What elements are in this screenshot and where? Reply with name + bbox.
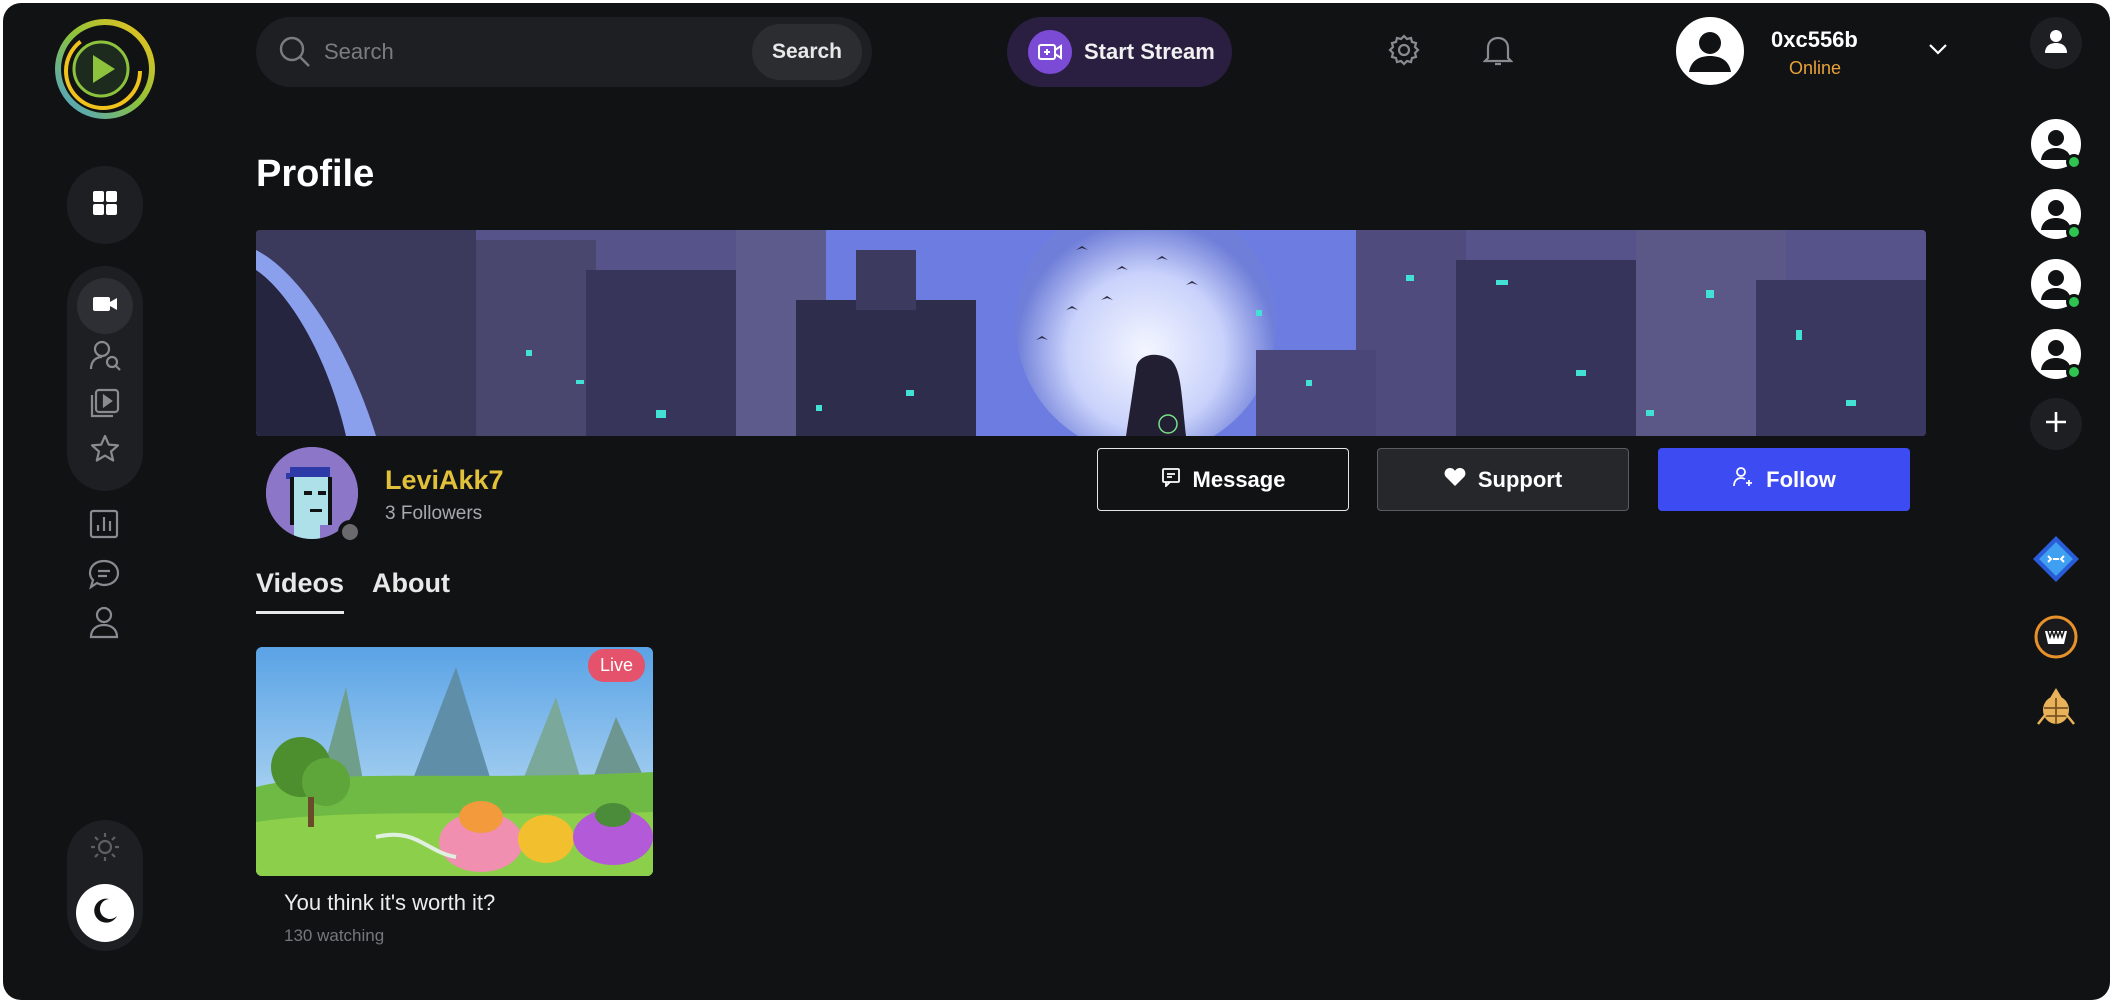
app-beetle[interactable]	[2030, 682, 2082, 734]
online-indicator	[2066, 294, 2082, 310]
playlist-icon	[89, 387, 121, 424]
plus-icon	[2043, 409, 2069, 440]
dashboard-pill	[67, 166, 143, 244]
account-icon	[2042, 27, 2070, 60]
user-plus-icon	[1732, 466, 1754, 494]
video-card[interactable]: Live You think it's worth it? 130 watchi…	[256, 647, 653, 946]
user-icon	[88, 605, 120, 644]
bell-icon	[1482, 33, 1514, 72]
start-stream-button[interactable]: Start Stream	[1007, 17, 1232, 87]
chevron-down-icon[interactable]	[1924, 35, 1952, 63]
offline-indicator	[338, 520, 362, 544]
profile-username[interactable]: LeviAkk7	[385, 465, 504, 496]
search-icon	[278, 35, 312, 69]
app-fang[interactable]	[2030, 613, 2082, 665]
dashboard-icon	[92, 190, 118, 221]
start-stream-label: Start Stream	[1084, 39, 1215, 64]
online-indicator	[2066, 154, 2082, 170]
nav-group	[67, 266, 143, 491]
diamond-app-icon	[2031, 534, 2081, 589]
notifications-button[interactable]	[1477, 31, 1519, 73]
support-label: Support	[1477, 466, 1563, 492]
chart-icon	[88, 508, 120, 545]
message-label: Message	[1192, 466, 1286, 492]
nav-favorites[interactable]	[77, 423, 133, 479]
video-title[interactable]: You think it's worth it?	[284, 890, 653, 916]
user-avatar	[1676, 17, 1744, 85]
profile-banner	[256, 230, 1926, 436]
message-icon	[1161, 467, 1181, 493]
start-stream-icon	[1028, 30, 1072, 74]
user-status: Online	[1789, 58, 1842, 78]
page-title: Profile	[256, 153, 375, 195]
app-logo[interactable]	[53, 17, 157, 121]
online-indicator	[2066, 224, 2082, 240]
video-viewer-count: 130 watching	[284, 926, 385, 945]
dark-mode-button[interactable]	[76, 884, 134, 942]
live-badge: Live	[587, 649, 645, 682]
user-name: 0xc556b	[1771, 27, 1858, 52]
video-camera-icon	[92, 293, 118, 320]
user-menu[interactable]: 0xc556b Online	[1676, 17, 1947, 87]
friend-avatar[interactable]	[2031, 189, 2082, 240]
video-thumbnail[interactable]: Live	[256, 647, 653, 876]
sun-icon	[89, 831, 121, 868]
friend-avatar[interactable]	[2031, 259, 2082, 310]
profile-tabs: Videos About	[256, 568, 450, 614]
search-button[interactable]: Search	[752, 24, 862, 80]
app-diamond[interactable]	[2030, 535, 2082, 587]
follow-button[interactable]: Follow	[1658, 448, 1910, 511]
app-frame: Search Start Stream 0xc556b Online	[3, 3, 2110, 1000]
moon-icon	[90, 896, 120, 931]
message-button[interactable]: Message	[1097, 448, 1349, 511]
nav-analytics[interactable]	[84, 506, 124, 546]
support-button[interactable]: Support	[1377, 448, 1629, 511]
search-input[interactable]	[324, 39, 724, 65]
search-bar: Search	[256, 17, 872, 87]
tab-videos[interactable]: Videos	[256, 568, 345, 614]
online-indicator	[2066, 364, 2082, 380]
settings-button[interactable]	[1383, 31, 1425, 73]
star-icon	[89, 433, 121, 470]
heart-icon	[1444, 467, 1466, 493]
fang-app-icon	[2033, 614, 2079, 665]
user-search-icon	[88, 338, 122, 377]
follow-label: Follow	[1766, 466, 1836, 492]
nav-profile[interactable]	[84, 604, 124, 644]
profile-followers: 3 Followers	[385, 503, 483, 524]
friend-avatar[interactable]	[2031, 119, 2082, 170]
gear-icon	[1387, 33, 1421, 72]
beetle-app-icon	[2034, 684, 2078, 733]
nav-messages[interactable]	[84, 556, 124, 596]
light-mode-button[interactable]	[86, 830, 124, 868]
add-friend-button[interactable]	[2030, 398, 2082, 450]
nav-streams[interactable]	[77, 278, 133, 334]
account-button[interactable]	[2030, 17, 2082, 69]
theme-toggle	[67, 820, 143, 951]
nav-dashboard[interactable]	[77, 177, 133, 233]
tab-about[interactable]: About	[372, 568, 450, 614]
friend-avatar[interactable]	[2031, 329, 2082, 380]
chat-icon	[87, 558, 121, 595]
